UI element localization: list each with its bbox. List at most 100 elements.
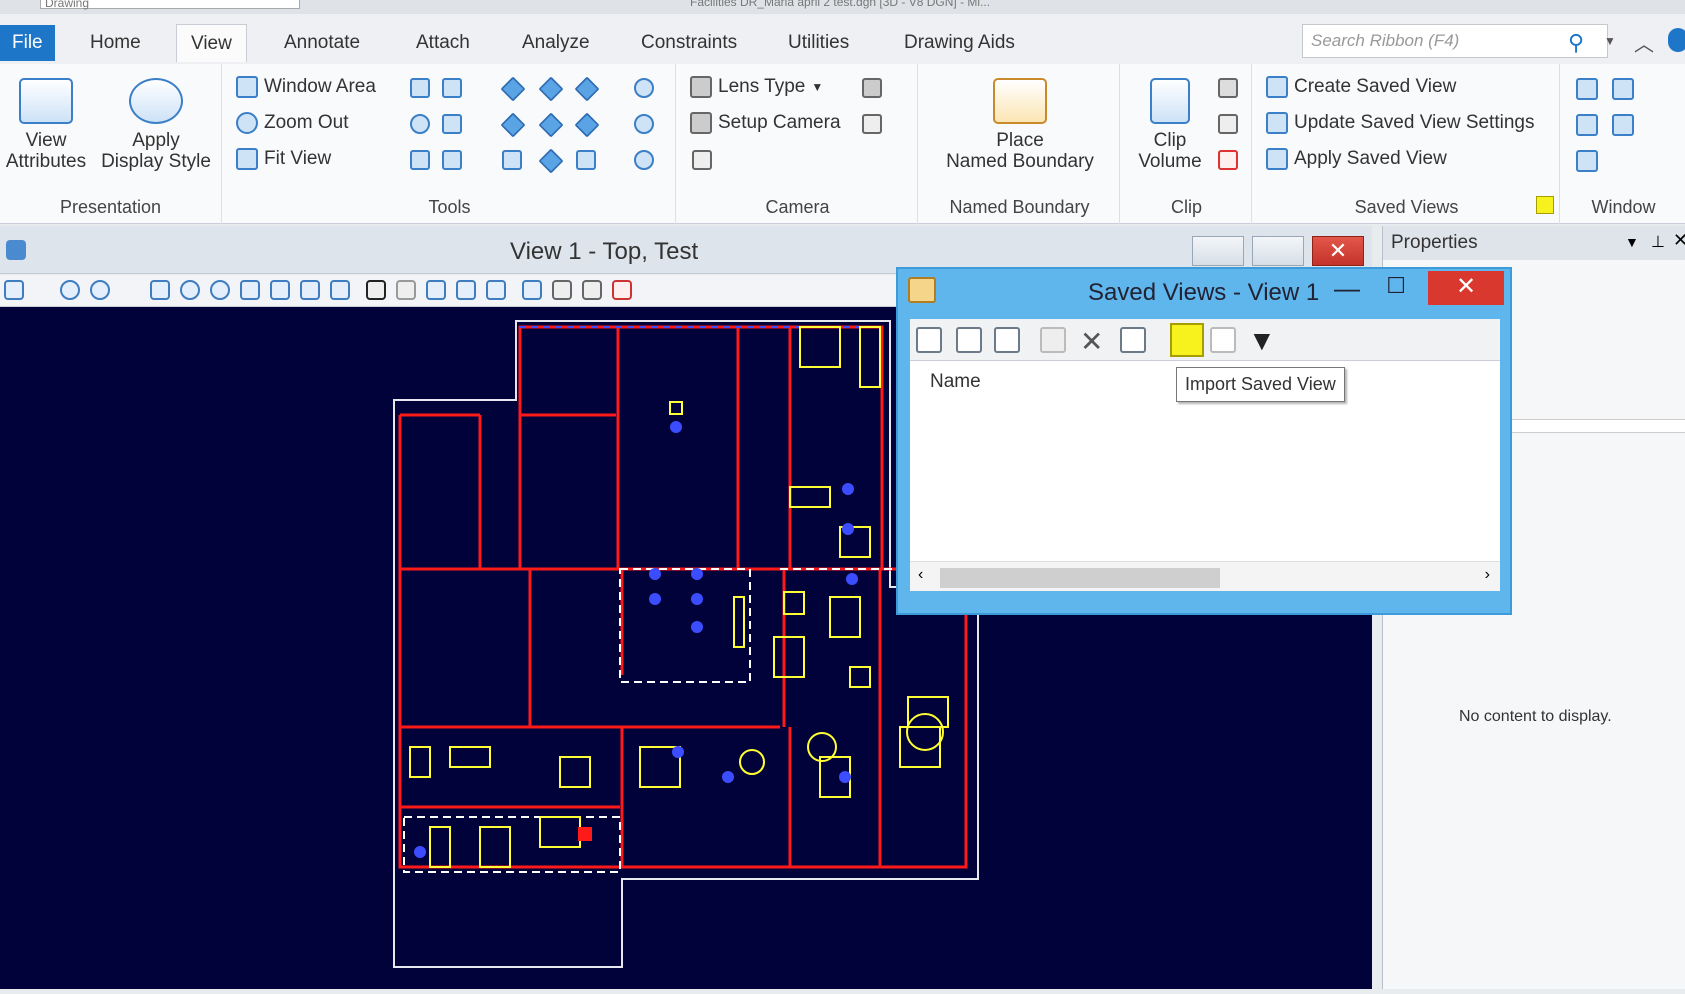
clip-volume-icon[interactable]	[552, 280, 572, 300]
update-view-icon[interactable]	[410, 78, 430, 98]
previous-arrow-icon[interactable]	[502, 150, 522, 170]
view-previous-icon[interactable]	[442, 114, 462, 134]
create-saved-view-button[interactable]: Create Saved View	[1266, 76, 1456, 98]
zoom-out-icon	[236, 112, 258, 134]
window-area-button[interactable]: Window Area	[236, 76, 376, 98]
window-view-icon[interactable]	[486, 280, 506, 300]
tab-constraints[interactable]: Constraints	[627, 24, 751, 62]
zoom-in-icon[interactable]	[410, 114, 430, 134]
clip-boundary-icon[interactable]	[1218, 114, 1238, 134]
scroll-left-icon[interactable]: ‹	[918, 566, 923, 584]
tab-analyze[interactable]: Analyze	[508, 24, 604, 62]
camera-icon[interactable]	[522, 280, 542, 300]
view-next-icon[interactable]	[442, 150, 462, 170]
delete-icon[interactable]: ✕	[1080, 325, 1103, 358]
apply-saved-view-button[interactable]: Apply Saved View	[1266, 148, 1447, 170]
properties-icon[interactable]	[1040, 327, 1066, 353]
camera-settings-icon[interactable]	[862, 78, 882, 98]
arrange-icon[interactable]	[1576, 114, 1598, 136]
search-ribbon-input[interactable]: Search Ribbon (F4)	[1302, 24, 1608, 58]
clear-clip-icon[interactable]	[1218, 150, 1238, 170]
top-view-icon[interactable]	[538, 148, 564, 174]
collapse-ribbon-icon[interactable]: ︿	[1634, 28, 1654, 57]
zoom-in-icon[interactable]	[180, 280, 200, 300]
export-saved-view-icon[interactable]	[1120, 327, 1146, 353]
swap-icon[interactable]	[1612, 114, 1634, 136]
pin-icon[interactable]: ⊥	[1651, 232, 1665, 252]
horizontal-scrollbar[interactable]: ‹ ›	[910, 561, 1500, 591]
dialog-minimize-button[interactable]: —	[1334, 273, 1360, 304]
right-view-icon[interactable]	[574, 76, 600, 102]
view-attributes-button[interactable]: View Attributes	[2, 78, 90, 172]
view-next-icon[interactable]	[426, 280, 446, 300]
walk-icon[interactable]	[634, 78, 654, 98]
update-saved-view-settings-button[interactable]: Update Saved View Settings	[1266, 112, 1534, 134]
workspace-select[interactable]: Drawing	[40, 0, 300, 10]
next-arrow-icon[interactable]	[576, 150, 596, 170]
minimize-button[interactable]	[1192, 236, 1244, 266]
close-button[interactable]: ✕	[1312, 236, 1364, 266]
view-attributes-icon[interactable]	[4, 280, 24, 300]
scrollbar-thumb[interactable]	[940, 568, 1220, 588]
rotate-view-icon[interactable]	[300, 280, 320, 300]
clip-mask-icon[interactable]	[582, 280, 602, 300]
copy-saved-view-icon[interactable]	[1210, 327, 1236, 353]
import-saved-view-button[interactable]	[1170, 323, 1204, 357]
dialog-maximize-button[interactable]: ☐	[1386, 273, 1406, 299]
brightness-icon[interactable]	[90, 280, 110, 300]
help-icon[interactable]	[1668, 28, 1685, 52]
create-saved-view-icon[interactable]	[916, 327, 942, 353]
window-area-icon[interactable]	[240, 280, 260, 300]
front-view-icon[interactable]	[538, 112, 564, 138]
clip-volume-button[interactable]: Clip Volume	[1122, 78, 1218, 172]
dialog-close-button[interactable]: ✕	[1428, 271, 1504, 305]
fit-view-icon[interactable]	[270, 280, 290, 300]
view-toggle-icon[interactable]	[442, 78, 462, 98]
walk-icon[interactable]	[366, 280, 386, 300]
clip-mask-icon[interactable]	[1218, 78, 1238, 98]
fit-view-button[interactable]: Fit View	[236, 148, 331, 170]
navigate-icon[interactable]	[634, 150, 654, 170]
tab-utilities[interactable]: Utilities	[774, 24, 863, 62]
tab-drawing-aids[interactable]: Drawing Aids	[890, 24, 1029, 62]
apply-saved-view-icon[interactable]	[994, 327, 1020, 353]
filter-icon[interactable]: ▼	[1248, 325, 1276, 357]
column-header-name[interactable]: Name	[930, 371, 981, 393]
tab-file[interactable]: File	[0, 25, 55, 61]
update-saved-view-icon[interactable]	[956, 327, 982, 353]
fly-icon[interactable]	[634, 114, 654, 134]
pan-view-icon[interactable]	[410, 150, 430, 170]
zoom-out-button[interactable]: Zoom Out	[236, 112, 348, 134]
place-named-boundary-button[interactable]: Place Named Boundary	[930, 78, 1110, 172]
scroll-right-icon[interactable]: ›	[1485, 566, 1490, 584]
tab-view[interactable]: View	[176, 24, 247, 62]
back-view-icon[interactable]	[574, 112, 600, 138]
split-icon[interactable]	[1576, 150, 1598, 172]
chevron-down-icon[interactable]: ▼	[1625, 234, 1639, 250]
rotate-view-icon[interactable]	[500, 76, 526, 102]
setup-camera-button[interactable]: Setup Camera	[690, 112, 841, 134]
apply-display-style-button[interactable]: Apply Display Style	[96, 78, 216, 172]
building-outline	[393, 320, 979, 968]
copy-view-icon[interactable]	[456, 280, 476, 300]
pan-view-icon[interactable]	[330, 280, 350, 300]
camera-fit-icon[interactable]	[862, 114, 882, 134]
search-icon[interactable]: ⚲	[1568, 30, 1584, 56]
target-icon[interactable]	[692, 150, 712, 170]
chevron-down-icon[interactable]: ▼	[1604, 34, 1616, 48]
update-view-icon[interactable]	[150, 280, 170, 300]
restore-button[interactable]	[1252, 236, 1304, 266]
tab-annotate[interactable]: Annotate	[270, 24, 374, 62]
left-view-icon[interactable]	[500, 112, 526, 138]
cascade-icon[interactable]	[1576, 78, 1598, 100]
display-style-icon[interactable]	[60, 280, 80, 300]
tab-attach[interactable]: Attach	[402, 24, 484, 62]
clear-clip-icon[interactable]	[612, 280, 632, 300]
view-previous-icon[interactable]	[396, 280, 416, 300]
tab-home[interactable]: Home	[76, 24, 155, 62]
tile-icon[interactable]	[1612, 78, 1634, 100]
lens-type-button[interactable]: Lens Type ▼	[690, 76, 823, 98]
zoom-out-icon[interactable]	[210, 280, 230, 300]
close-icon[interactable]: ✕	[1673, 230, 1685, 251]
iso-view-icon[interactable]	[538, 76, 564, 102]
